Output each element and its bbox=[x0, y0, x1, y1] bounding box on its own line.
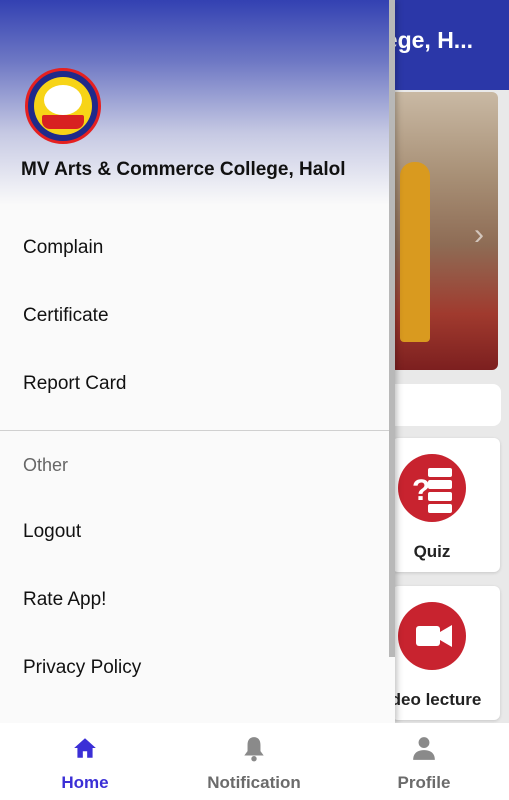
menu-item-label: Complain bbox=[23, 237, 104, 258]
nav-profile-label: Profile bbox=[397, 773, 451, 792]
menu-item-privacy-policy[interactable]: Privacy Policy bbox=[0, 637, 395, 701]
bottom-navigation: Home Notification Profile bbox=[0, 723, 509, 800]
menu-item-label: Logout bbox=[23, 521, 82, 542]
menu-item-label: Report Card bbox=[23, 373, 127, 394]
menu-item-label: Rate App! bbox=[23, 589, 107, 610]
menu-item-logout[interactable]: Logout bbox=[0, 501, 395, 565]
menu-item-report-card[interactable]: Report Card bbox=[0, 353, 395, 417]
menu-item-rate-app[interactable]: Rate App! bbox=[0, 569, 395, 633]
college-logo bbox=[25, 68, 101, 144]
nav-profile[interactable]: Profile bbox=[339, 723, 509, 800]
menu-item-complain[interactable]: Complain bbox=[0, 217, 395, 281]
navigation-drawer: MV Arts & Commerce College, Halol Compla… bbox=[0, 0, 395, 723]
person-icon bbox=[413, 737, 435, 760]
nav-notification-label: Notification bbox=[207, 773, 301, 792]
drawer-scrollbar[interactable] bbox=[389, 0, 395, 657]
menu-item-label: Certificate bbox=[23, 305, 109, 326]
drawer-header: MV Arts & Commerce College, Halol bbox=[0, 0, 395, 205]
college-name: MV Arts & Commerce College, Halol bbox=[21, 159, 346, 180]
nav-notification[interactable]: Notification bbox=[169, 723, 339, 800]
bell-icon bbox=[244, 737, 264, 762]
logo-book bbox=[42, 115, 84, 129]
menu-divider bbox=[0, 430, 395, 431]
menu-item-label: Privacy Policy bbox=[23, 657, 142, 678]
menu-item-certificate[interactable]: Certificate bbox=[0, 285, 395, 349]
logo-emblem bbox=[44, 85, 82, 115]
home-icon bbox=[74, 738, 96, 758]
nav-home-label: Home bbox=[61, 773, 109, 792]
section-label-other: Other bbox=[23, 455, 69, 475]
nav-home[interactable]: Home bbox=[0, 723, 170, 800]
